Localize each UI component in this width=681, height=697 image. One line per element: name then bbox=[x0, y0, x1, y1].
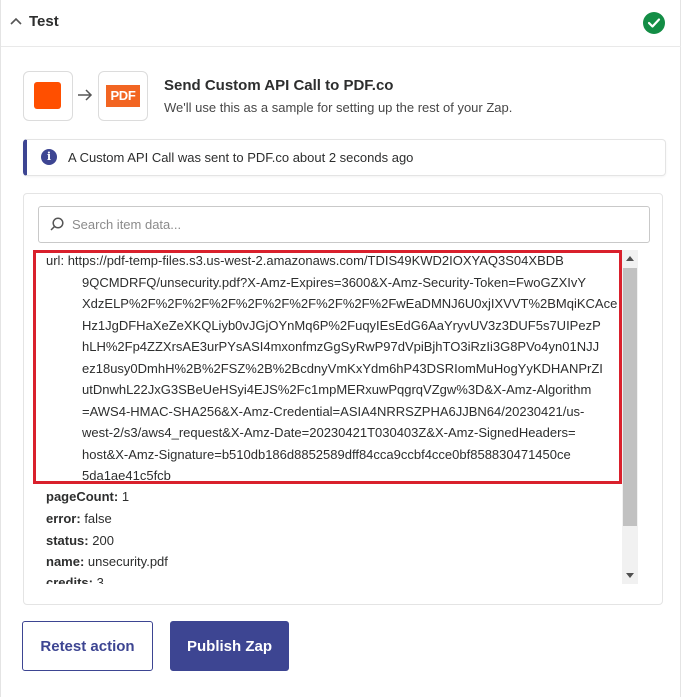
data-field-error: error: false bbox=[46, 508, 624, 530]
vertical-scrollbar[interactable] bbox=[622, 250, 638, 584]
chevron-up-icon[interactable] bbox=[9, 16, 23, 26]
url-highlight-box bbox=[33, 250, 622, 484]
target-app-box: PDF bbox=[98, 71, 148, 121]
retest-label: Retest action bbox=[40, 638, 135, 655]
retest-action-button[interactable]: Retest action bbox=[22, 621, 153, 671]
field-value: unsecurity.pdf bbox=[87, 554, 168, 569]
source-app-box bbox=[23, 71, 73, 121]
data-field-credits: credits: 3 bbox=[46, 572, 624, 584]
field-key: name: bbox=[46, 554, 85, 569]
publish-label: Publish Zap bbox=[186, 638, 272, 655]
step-subtitle: We'll use this as a sample for setting u… bbox=[164, 100, 513, 115]
field-key: status: bbox=[46, 533, 89, 548]
data-field-status: status: 200 bbox=[46, 530, 624, 552]
field-value: 200 bbox=[92, 533, 114, 548]
arrow-right-icon bbox=[78, 89, 93, 101]
field-key: error: bbox=[46, 511, 81, 526]
pdfco-logo-icon: PDF bbox=[106, 85, 140, 107]
step-title: Send Custom API Call to PDF.co bbox=[164, 77, 394, 94]
data-field-name: name: unsecurity.pdf bbox=[46, 551, 624, 573]
scroll-down-arrow-icon[interactable] bbox=[626, 573, 634, 578]
section-header[interactable]: Test bbox=[1, 0, 681, 47]
search-box[interactable] bbox=[38, 206, 650, 243]
field-key: pageCount: bbox=[46, 489, 119, 504]
data-field-pagecount: pageCount: 1 bbox=[46, 486, 624, 508]
section-title: Test bbox=[29, 13, 59, 30]
scrollbar-thumb[interactable] bbox=[623, 268, 637, 526]
field-value: 1 bbox=[121, 489, 130, 504]
field-value: false bbox=[84, 511, 112, 526]
info-alert: i A Custom API Call was sent to PDF.co a… bbox=[23, 139, 666, 176]
search-icon bbox=[50, 217, 64, 231]
check-circle-icon bbox=[643, 12, 665, 34]
search-input[interactable] bbox=[72, 215, 632, 233]
field-value: 3 bbox=[96, 575, 104, 584]
info-icon: i bbox=[41, 149, 57, 165]
test-panel: Test PDF Send Custom API Call to PDF.co … bbox=[0, 0, 681, 697]
publish-zap-button[interactable]: Publish Zap bbox=[170, 621, 289, 671]
alert-text: A Custom API Call was sent to PDF.co abo… bbox=[68, 150, 414, 165]
zapier-app-icon bbox=[34, 82, 61, 109]
field-key: credits: bbox=[46, 575, 93, 584]
scroll-up-arrow-icon[interactable] bbox=[626, 256, 634, 261]
